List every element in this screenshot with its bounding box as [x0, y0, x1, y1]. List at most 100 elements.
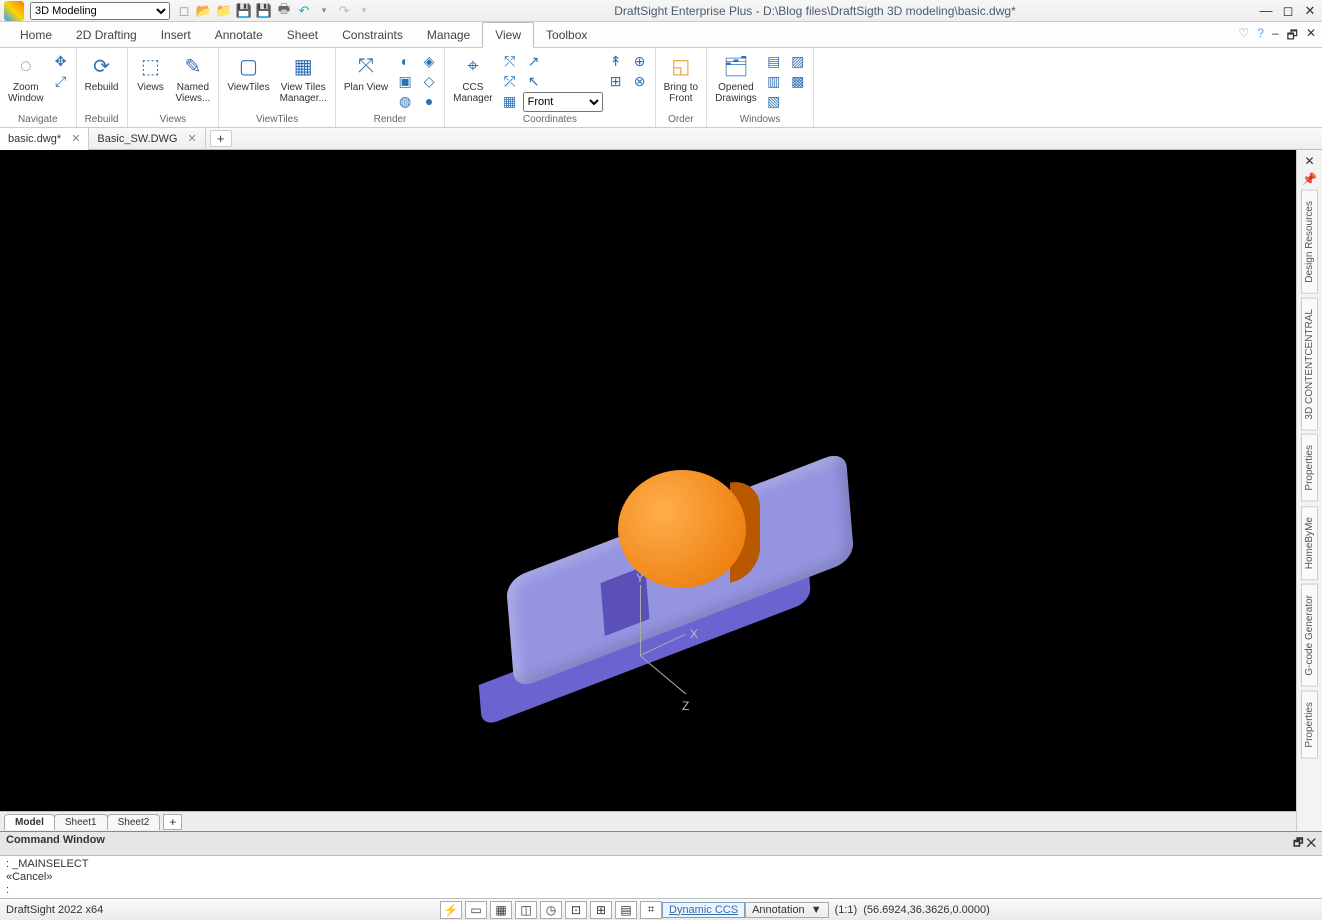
mdi-minimize-icon[interactable]: –: [1272, 26, 1279, 47]
render-hidden-icon[interactable]: ◇: [418, 72, 440, 90]
zoom-window-icon: ◌: [12, 52, 40, 80]
doc-tab-basicsw[interactable]: Basic_SW.DWG ✕: [89, 128, 205, 150]
doc-tab-close-icon[interactable]: ✕: [71, 132, 80, 145]
bring-front-icon: ◱: [667, 52, 695, 80]
panel-tab-homebyme[interactable]: HomeByMe: [1301, 506, 1318, 580]
ccs-x-icon[interactable]: ↗: [523, 52, 545, 70]
close-all-icon[interactable]: ▩: [787, 72, 809, 90]
tile-vertical-icon[interactable]: ▧: [763, 92, 785, 110]
document-tabs: basic.dwg* ✕ Basic_SW.DWG ✕ +: [0, 128, 1322, 150]
status-toggles: ⚡ ▭ ▦ ◫ ◷ ⊡ ⊞ ▤ ⌗: [440, 901, 662, 919]
tile-horizontal-icon[interactable]: ▥: [763, 72, 785, 90]
command-window-restore-icon[interactable]: 🗗: [1293, 837, 1303, 849]
viewtiles-button[interactable]: ▢ ViewTiles: [223, 50, 273, 95]
menu-tab-toolbox[interactable]: Toolbox: [534, 23, 599, 47]
menu-tab-2ddrafting[interactable]: 2D Drafting: [64, 23, 149, 47]
panel-tab-3d-contentcentral[interactable]: 3D CONTENTCENTRAL: [1301, 298, 1318, 431]
arrange-icons-icon[interactable]: ▨: [787, 52, 809, 70]
ccs-orientation-select[interactable]: Front: [523, 92, 603, 112]
named-views-button[interactable]: ✎ NamedViews...: [172, 50, 215, 106]
render-box-icon[interactable]: ▣: [394, 72, 416, 90]
ccs-origin-icon[interactable]: ⤲: [499, 52, 521, 70]
plan-view-button[interactable]: ⤧ Plan View: [340, 50, 392, 95]
status-lweight-icon[interactable]: ▤: [615, 901, 637, 919]
zoom-extents-icon[interactable]: ⤢: [50, 72, 72, 90]
command-window-body[interactable]: : _MAINSELECT «Cancel» :: [0, 856, 1322, 898]
app-icon: [4, 1, 24, 21]
add-document-button[interactable]: +: [210, 130, 232, 147]
help-icon[interactable]: ?: [1257, 26, 1264, 47]
sheet-tab-model[interactable]: Model: [4, 814, 55, 830]
undo-icon[interactable]: ↶: [296, 3, 312, 19]
render-wire-icon[interactable]: ◈: [418, 52, 440, 70]
ccs-manager-button[interactable]: ⌖ CCSManager: [449, 50, 496, 106]
menu-tab-insert[interactable]: Insert: [149, 23, 203, 47]
workspace-select[interactable]: 3D Modeling: [30, 2, 170, 20]
viewtiles-manager-button[interactable]: ▦ View TilesManager...: [276, 50, 331, 106]
panel-tab-design-resources[interactable]: Design Resources: [1301, 190, 1318, 294]
command-window-header[interactable]: Command Window 🗗 ✕: [0, 832, 1322, 856]
open-folder-icon[interactable]: 📂: [196, 3, 212, 19]
close-icon[interactable]: ✕: [1302, 3, 1318, 19]
sheet-tab-sheet1[interactable]: Sheet1: [54, 814, 108, 830]
menu-tab-annotate[interactable]: Annotate: [203, 23, 275, 47]
new-file-icon[interactable]: ◻: [176, 3, 192, 19]
command-window-close-icon[interactable]: ✕: [1306, 837, 1316, 849]
render-sphere-icon[interactable]: ◍: [394, 92, 416, 110]
panel-tab-gcode-generator[interactable]: G-code Generator: [1301, 584, 1318, 687]
opened-drawings-button[interactable]: 🗂 OpenedDrawings: [711, 50, 761, 106]
status-polar-icon[interactable]: ◷: [540, 901, 562, 919]
status-annotation-dropdown[interactable]: Annotation ▼: [745, 902, 829, 918]
panel-pin-icon[interactable]: 📌: [1302, 172, 1317, 186]
minimize-icon[interactable]: —: [1258, 3, 1274, 19]
views-button[interactable]: ⬚ Views: [132, 50, 170, 95]
save-icon[interactable]: 💾: [236, 3, 252, 19]
zoom-window-button[interactable]: ◌ ZoomWindow: [4, 50, 48, 106]
ccs-z-icon[interactable]: ↟: [605, 52, 627, 70]
menu-tab-constraints[interactable]: Constraints: [330, 23, 415, 47]
panel-tab-properties[interactable]: Properties: [1301, 434, 1318, 502]
redo-icon[interactable]: ↷: [336, 3, 352, 19]
redo-dropdown-icon[interactable]: ▾: [356, 3, 372, 19]
maximize-icon[interactable]: ◻: [1280, 3, 1296, 19]
status-esnap-icon[interactable]: ⊡: [565, 901, 587, 919]
status-grid-icon[interactable]: ▦: [490, 901, 512, 919]
render-shade-icon[interactable]: ◐: [394, 52, 416, 70]
ccs-world-icon[interactable]: ⊕: [629, 52, 651, 70]
status-snap-icon[interactable]: ⚡: [440, 901, 462, 919]
heart-icon[interactable]: ♡: [1239, 26, 1250, 47]
menu-tab-home[interactable]: Home: [8, 23, 64, 47]
status-dyn-icon[interactable]: ⌗: [640, 901, 662, 919]
ccs-y-icon[interactable]: ↖: [523, 72, 545, 90]
drawing-canvas[interactable]: Y X Z: [0, 150, 1296, 811]
doc-tab-basic[interactable]: basic.dwg* ✕: [0, 128, 89, 150]
status-cursor-icon[interactable]: ▭: [465, 901, 487, 919]
menu-tab-view[interactable]: View: [482, 22, 534, 48]
panel-tab-properties2[interactable]: Properties: [1301, 691, 1318, 759]
status-dynamic-ccs-button[interactable]: Dynamic CCS: [662, 902, 745, 918]
mdi-close-icon[interactable]: ✕: [1306, 26, 1316, 47]
doc-tab-close-icon[interactable]: ✕: [188, 132, 197, 145]
sheet-tab-sheet2[interactable]: Sheet2: [107, 814, 161, 830]
ccs-3point-icon[interactable]: ⤱: [499, 72, 521, 90]
rebuild-button[interactable]: ⟳ Rebuild: [81, 50, 123, 95]
viewtiles-manager-icon: ▦: [289, 52, 317, 80]
panel-close-icon[interactable]: ✕: [1304, 154, 1314, 168]
bring-to-front-button[interactable]: ◱ Bring toFront: [660, 50, 702, 106]
print-icon[interactable]: 🖶: [276, 3, 292, 19]
render-realistic-icon[interactable]: ●: [418, 92, 440, 110]
status-etrack-icon[interactable]: ⊞: [590, 901, 612, 919]
ccs-prev-icon[interactable]: ▦: [499, 92, 521, 110]
open-folder-icon[interactable]: 📁: [216, 3, 232, 19]
pan-icon[interactable]: ✥: [50, 52, 72, 70]
ccs-named-icon[interactable]: ⊗: [629, 72, 651, 90]
status-ortho-icon[interactable]: ◫: [515, 901, 537, 919]
add-sheet-button[interactable]: +: [163, 814, 182, 830]
ccs-view-icon[interactable]: ⊞: [605, 72, 627, 90]
menu-tab-manage[interactable]: Manage: [415, 23, 482, 47]
mdi-restore-icon[interactable]: 🗗: [1287, 26, 1298, 47]
cascade-icon[interactable]: ▤: [763, 52, 785, 70]
menu-tab-sheet[interactable]: Sheet: [275, 23, 330, 47]
undo-dropdown-icon[interactable]: ▾: [316, 3, 332, 19]
save-as-icon[interactable]: 💾: [256, 3, 272, 19]
